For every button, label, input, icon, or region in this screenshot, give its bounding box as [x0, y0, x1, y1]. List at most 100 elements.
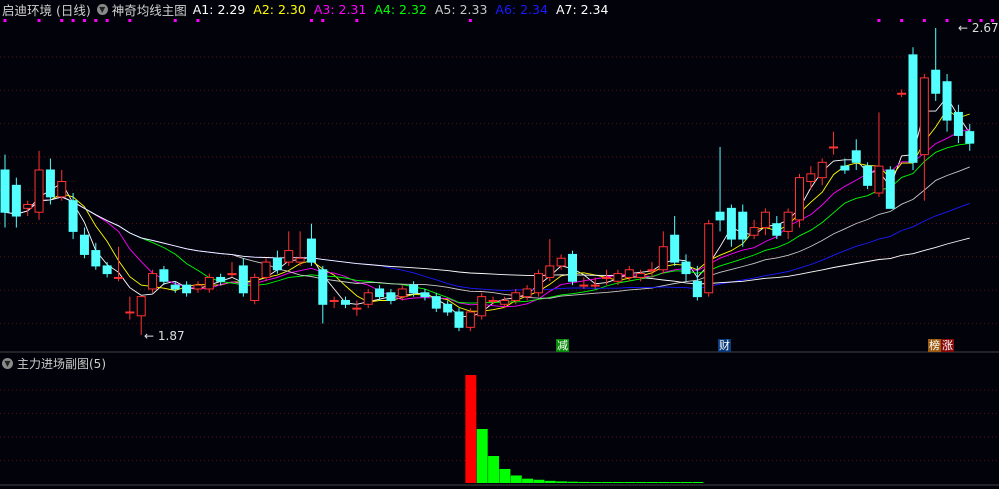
candle-up	[806, 173, 816, 182]
tag-zhang: 涨	[941, 339, 954, 352]
ma-legend-item: A5: 2.33	[434, 1, 488, 17]
candle-up	[533, 273, 543, 294]
candle-up	[148, 273, 158, 290]
candle-down	[216, 276, 226, 282]
chevron-down-icon[interactable]: ▼	[2, 358, 13, 369]
ma-line-7	[4, 196, 970, 285]
candle-down	[375, 288, 385, 298]
candle-down	[568, 253, 577, 282]
signal-marker	[128, 19, 132, 22]
histogram-bar	[590, 482, 602, 483]
chart-header: 启迪环境 (日线) ▼ 神奇均线主图 A1: 2.29 A2: 2.30 A3: 2…	[2, 0, 622, 19]
candle-down	[851, 150, 861, 163]
candle-down	[159, 269, 169, 282]
signal-marker	[468, 19, 472, 22]
histogram-bar	[567, 481, 579, 483]
histogram-bar	[692, 482, 704, 483]
candle-up	[352, 307, 362, 310]
tag-cai: 财	[718, 339, 731, 352]
histogram-bar	[669, 482, 681, 483]
signal-marker	[105, 19, 109, 22]
candle-up	[658, 246, 668, 271]
signal-marker	[321, 19, 325, 22]
histogram-bar	[465, 375, 477, 483]
candle-up	[795, 177, 804, 221]
candle-down	[942, 81, 952, 121]
tag-jian: 减	[556, 339, 569, 352]
candle-up	[817, 161, 827, 179]
candle-up	[34, 169, 44, 213]
candle-up	[125, 311, 135, 314]
candle-down	[726, 207, 736, 240]
signal-marker	[3, 19, 7, 22]
candle-down	[272, 257, 282, 271]
histogram-bar	[556, 481, 568, 483]
candle-up	[397, 288, 407, 298]
indicator-title[interactable]: 神奇均线主图	[112, 0, 187, 19]
candle-down	[306, 238, 316, 263]
candle-down	[79, 234, 89, 255]
histogram-bar	[499, 468, 511, 483]
sub-chart-title[interactable]: 主力进场副图(5)	[17, 355, 106, 372]
low-price-label: ← 1.87	[144, 329, 185, 343]
candle-up	[477, 296, 487, 317]
candle-down	[953, 111, 963, 136]
candle-down	[681, 261, 691, 275]
chevron-down-icon[interactable]: ▼	[96, 3, 108, 15]
candle-down	[840, 165, 850, 171]
histogram-bar	[624, 482, 636, 483]
sub-chart-header: ▼ 主力进场副图(5)	[2, 355, 106, 372]
candle-up	[329, 299, 339, 302]
signal-marker	[173, 19, 177, 22]
candle-up	[227, 273, 237, 276]
candle-down	[454, 311, 464, 328]
candle-up	[114, 276, 123, 279]
candle-down	[908, 54, 918, 163]
candle-up	[874, 165, 884, 194]
candle-up	[829, 146, 839, 149]
candle-down	[772, 223, 782, 236]
candle-up	[783, 211, 793, 232]
candle-up	[919, 77, 929, 156]
candle-down	[715, 211, 725, 221]
signal-marker	[37, 19, 41, 22]
candle-up	[760, 211, 770, 229]
candle-up	[556, 257, 566, 267]
candle-up	[23, 204, 33, 209]
candle-down	[318, 269, 328, 305]
candle-up	[284, 250, 294, 263]
ma-legend-item: A2: 2.30	[253, 1, 306, 17]
histogram-bar	[476, 429, 488, 483]
candle-up	[465, 311, 475, 328]
candle-down	[409, 284, 419, 294]
candle-up	[647, 269, 657, 272]
signal-marker	[82, 19, 86, 22]
histogram-bar	[522, 478, 534, 483]
candle-up	[488, 299, 498, 302]
candle-down	[863, 165, 873, 186]
histogram-bar	[635, 482, 647, 483]
candle-down	[0, 169, 10, 213]
signal-marker	[355, 19, 359, 22]
histogram-bar	[578, 481, 590, 483]
candle-up	[511, 292, 521, 301]
signal-marker	[71, 19, 75, 22]
ma-legend-item: A1: 2.29	[192, 1, 246, 17]
candle-down	[386, 292, 396, 301]
candle-up	[590, 284, 600, 287]
candle-up	[522, 288, 532, 298]
histogram-bar	[681, 482, 692, 483]
signal-marker	[877, 19, 881, 22]
candle-up	[749, 227, 759, 236]
candle-up	[624, 269, 634, 278]
signal-marker	[309, 19, 313, 22]
ma-legend-item: A4: 2.32	[374, 1, 427, 17]
candle-down	[931, 69, 941, 94]
candle-up	[363, 292, 373, 305]
histogram-bar	[612, 482, 624, 483]
candle-up	[499, 299, 509, 305]
candle-up	[136, 296, 146, 317]
tag-bang: 榜	[928, 339, 941, 352]
candle-up	[261, 261, 271, 278]
signal-marker	[945, 19, 949, 22]
